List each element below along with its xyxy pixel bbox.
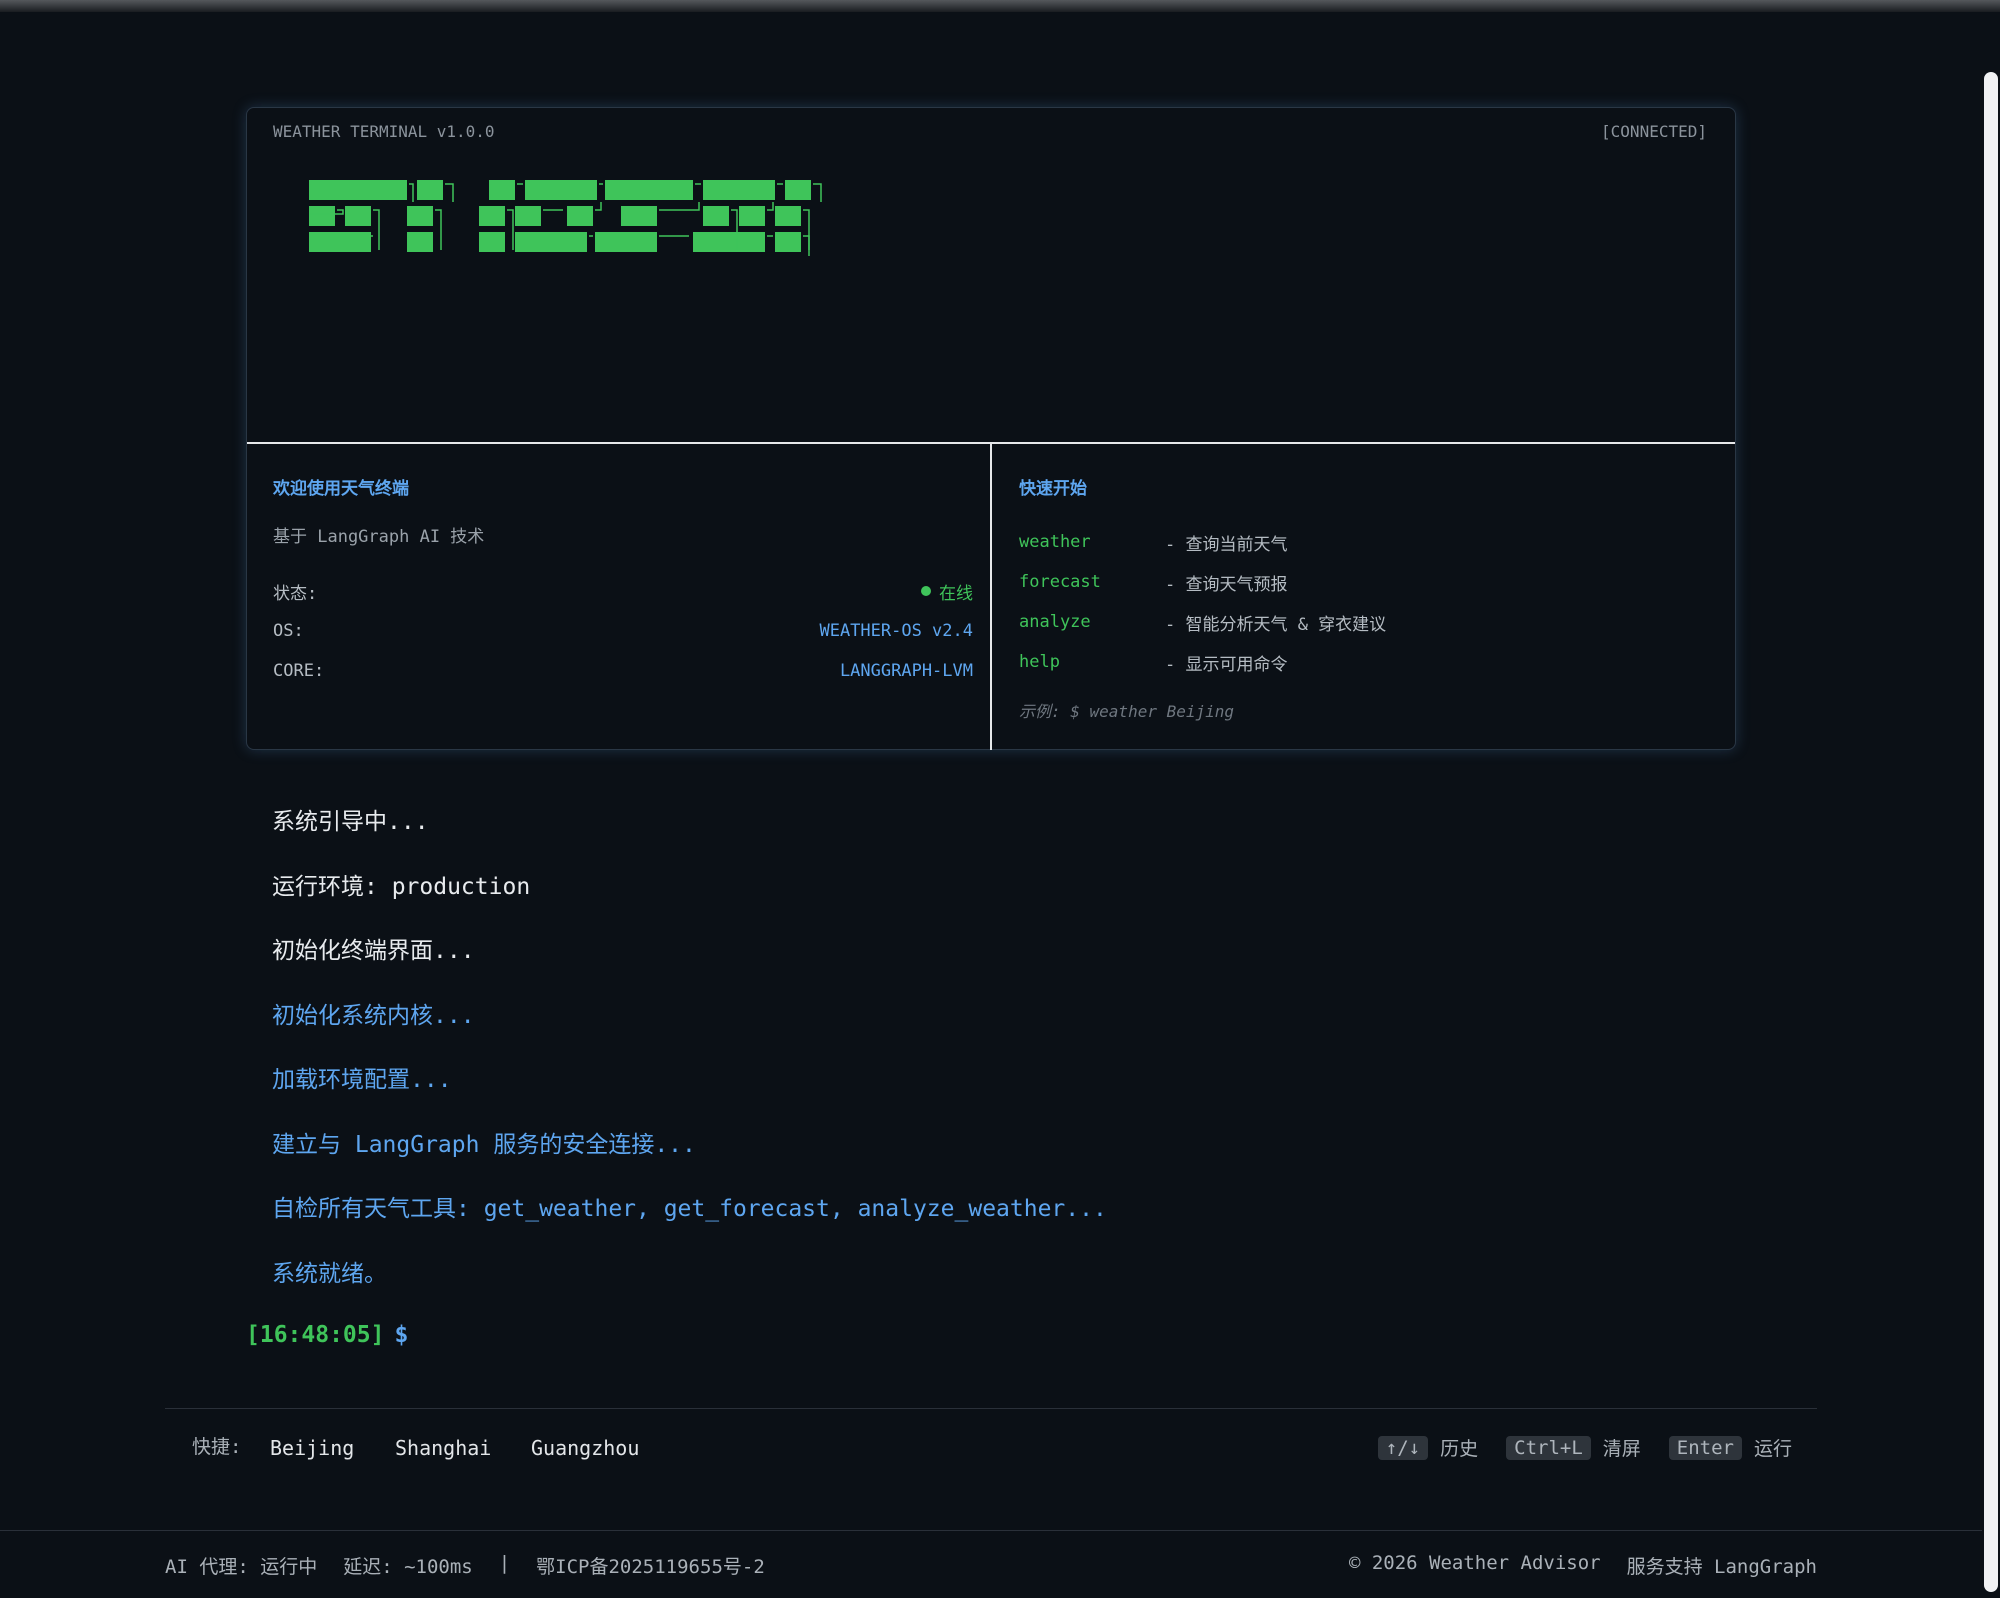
keyboard-shortcuts: ↑/↓ 历史 Ctrl+L 清屏 Enter 运行 [1364, 1434, 1792, 1461]
shortcut-key: Enter [1668, 1435, 1742, 1460]
welcome-title: 欢迎使用天气终端 [273, 479, 409, 499]
prompt-timestamp: [16:48:05] [246, 1322, 385, 1348]
log-line: 加载环境配置... [272, 1067, 452, 1093]
status-value: 在线 [939, 583, 973, 604]
shortcut-label: 清屏 [1602, 1438, 1641, 1460]
ascii-art-logo-icon [309, 180, 822, 256]
command-name: forecast [1019, 572, 1101, 592]
log-line: 自检所有天气工具: get_weather, get_forecast, ana… [272, 1196, 1107, 1222]
connection-status: [CONNECTED] [1601, 122, 1707, 141]
status-key: 状态: [273, 583, 318, 604]
welcome-section: 欢迎使用天气终端 基于 LangGraph AI 技术 状态: 在线 OS: W… [273, 474, 973, 691]
os-value: WEATHER-OS v2.4 [819, 621, 973, 641]
shortcut-key: Ctrl+L [1506, 1435, 1591, 1460]
quick-city-guangzhou[interactable]: Guangzhou [531, 1436, 639, 1460]
quickstart-title: 快速开始 [1019, 479, 1087, 499]
core-value: LANGGRAPH-LVM [839, 661, 973, 681]
service-support: 服务支持 LangGraph [1626, 1556, 1817, 1578]
log-line: 建立与 LangGraph 服务的安全连接... [272, 1131, 696, 1158]
os-row: OS: WEATHER-OS v2.4 [273, 611, 973, 651]
command-name: weather [1019, 532, 1091, 552]
shortcut-key: ↑/↓ [1377, 1435, 1429, 1460]
scrollbar-thumb[interactable] [1984, 72, 1998, 1592]
copyright: © 2026 Weather Advisor [1348, 1552, 1601, 1574]
footer-divider [0, 1530, 1982, 1531]
panel-title: WEATHER TERMINAL v1.0.0 [273, 122, 495, 141]
latency: 延迟: ~100ms [343, 1556, 473, 1578]
command-desc: - 显示可用命令 [1165, 654, 1288, 675]
terminal-header-panel: WEATHER TERMINAL v1.0.0 [CONNECTED] 欢迎使用… [246, 107, 1736, 750]
command-desc: - 智能分析天气 & 穿衣建议 [1165, 614, 1387, 635]
command-prompt[interactable]: [16:48:05] $ [246, 1322, 408, 1348]
footer: AI 代理: 运行中 延迟: ~100ms | 鄂ICP备2025119655号… [165, 1552, 1817, 1582]
command-desc: - 查询天气预报 [1165, 574, 1288, 595]
quick-city-beijing[interactable]: Beijing [270, 1436, 354, 1460]
command-row: forecast - 查询天气预报 [1019, 562, 1709, 602]
command-row: help - 显示可用命令 [1019, 642, 1709, 682]
log-line: 系统就绪。 [272, 1260, 387, 1287]
os-key: OS: [273, 621, 304, 641]
scrollbar[interactable] [1982, 12, 2000, 1598]
footer-separator: | [498, 1552, 511, 1574]
command-name: analyze [1019, 612, 1091, 632]
boot-log: 系统引导中... 运行环境: production 初始化终端界面... 初始化… [272, 804, 1572, 1320]
icp-link[interactable]: 鄂ICP备2025119655号-2 [536, 1552, 765, 1579]
log-line: 初始化终端界面... [272, 938, 475, 964]
command-example: 示例: $ weather Beijing [1019, 702, 1235, 721]
quick-bar: 快捷: Beijing Shanghai Guangzhou ↑/↓ 历史 Ctr… [192, 1430, 1792, 1470]
command-name: help [1019, 652, 1060, 672]
log-line: 初始化系统内核... [272, 1002, 475, 1029]
online-dot-icon [921, 586, 931, 596]
command-row: weather - 查询当前天气 [1019, 522, 1709, 562]
command-desc: - 查询当前天气 [1165, 534, 1288, 555]
shortcut-label: 历史 [1440, 1438, 1479, 1460]
core-key: CORE: [273, 661, 325, 681]
quick-label: 快捷: [192, 1436, 242, 1458]
shortcut-label: 运行 [1753, 1438, 1792, 1460]
status-row: 状态: 在线 [273, 571, 973, 611]
browser-top-bar [0, 0, 2000, 12]
log-line: 系统引导中... [272, 809, 429, 835]
core-row: CORE: LANGGRAPH-LVM [273, 651, 973, 691]
agent-status: AI 代理: 运行中 [165, 1556, 318, 1578]
quick-city-shanghai[interactable]: Shanghai [395, 1436, 491, 1460]
panel-column-divider [990, 442, 992, 750]
quickstart-section: 快速开始 weather - 查询当前天气 forecast - 查询天气预报 … [1019, 474, 1709, 722]
command-row: analyze - 智能分析天气 & 穿衣建议 [1019, 602, 1709, 642]
quickbar-divider [165, 1408, 1817, 1409]
welcome-subtitle: 基于 LangGraph AI 技术 [273, 527, 485, 547]
prompt-symbol: $ [394, 1322, 409, 1348]
log-line: 运行环境: production [272, 873, 531, 900]
